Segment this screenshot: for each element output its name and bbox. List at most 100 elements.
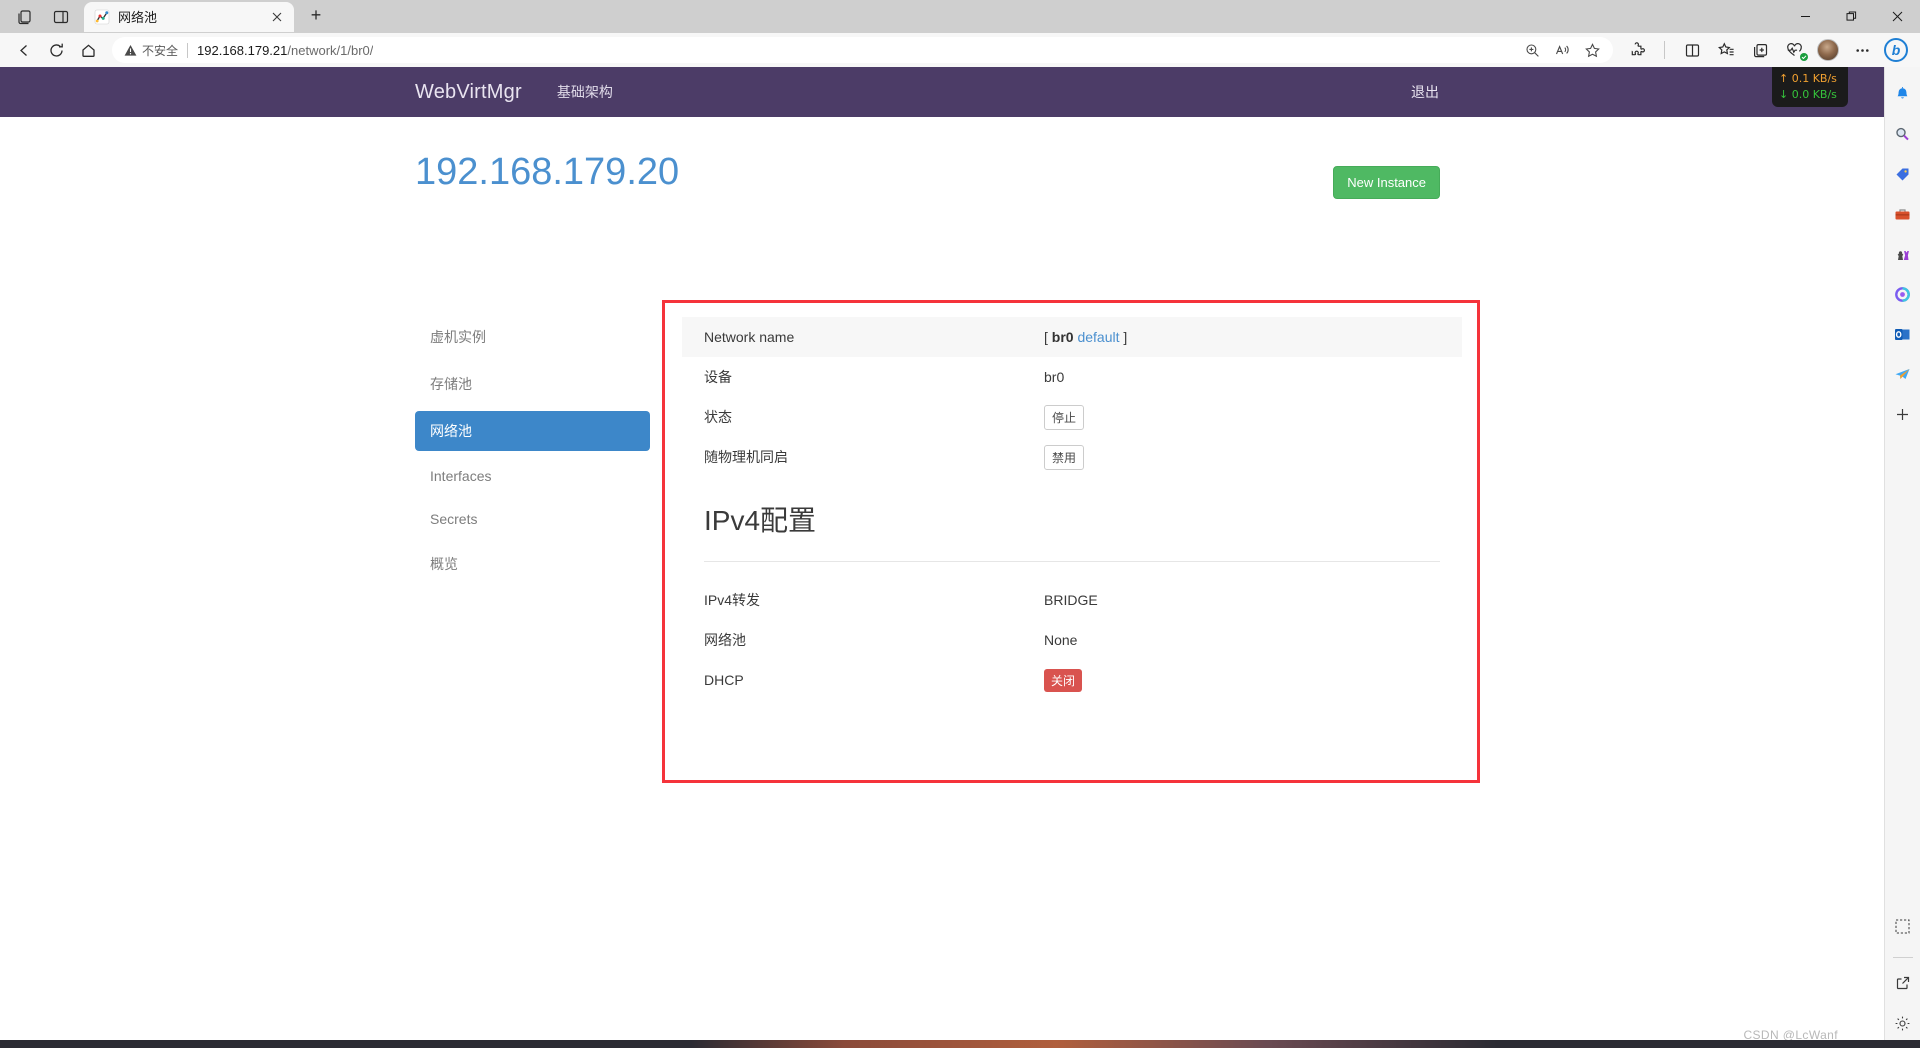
toolbar-actions: b bbox=[1621, 36, 1912, 64]
browser-essentials-icon[interactable] bbox=[1778, 36, 1810, 64]
sidebar-item-instances[interactable]: 虚机实例 bbox=[415, 317, 650, 357]
network-speed-widget[interactable]: ↑ 0.1 KB/s ↓ 0.0 KB/s bbox=[1772, 67, 1848, 107]
browser-window: 网络池 + 不安全 192.168.179.21/network/1/br0/ … bbox=[0, 0, 1920, 1048]
sidebar-item-networks[interactable]: 网络池 bbox=[415, 411, 650, 451]
shopping-tag-icon[interactable] bbox=[1888, 159, 1918, 189]
tab-close-icon[interactable] bbox=[268, 8, 286, 26]
add-sidebar-app-icon[interactable] bbox=[1888, 399, 1918, 429]
row-label-device: 设备 bbox=[704, 369, 732, 385]
window-controls bbox=[1782, 0, 1920, 32]
star-icon[interactable] bbox=[1579, 38, 1605, 62]
table-row: DHCP 关闭 bbox=[682, 660, 1462, 700]
home-icon[interactable] bbox=[72, 36, 104, 64]
row-label-ipv4-forward: IPv4转发 bbox=[704, 592, 761, 608]
upload-value: 0.1 KB/s bbox=[1791, 72, 1837, 86]
ipv4-section-title: IPv4配置 bbox=[704, 505, 817, 536]
zoom-in-icon[interactable] bbox=[1519, 38, 1545, 62]
settings-gear-icon[interactable] bbox=[1888, 1008, 1918, 1038]
table-row: 网络池 None bbox=[682, 620, 1462, 660]
table-row: Network name [ br0 default ] bbox=[682, 317, 1462, 357]
url-text: 192.168.179.21/network/1/br0/ bbox=[197, 43, 373, 58]
avatar[interactable] bbox=[1812, 36, 1844, 64]
toolbar-divider bbox=[1664, 41, 1665, 59]
row-label-network-name: Network name bbox=[704, 329, 795, 345]
upload-speed: ↑ 0.1 KB/s bbox=[1779, 71, 1848, 87]
split-screen-icon[interactable] bbox=[44, 2, 78, 32]
microsoft-designer-icon[interactable] bbox=[1888, 279, 1918, 309]
edge-sidebar bbox=[1884, 67, 1920, 1048]
browser-tab[interactable]: 网络池 bbox=[84, 1, 294, 32]
outlook-icon[interactable] bbox=[1888, 319, 1918, 349]
telegram-icon[interactable] bbox=[1888, 359, 1918, 389]
sidebar-item-storages[interactable]: 存储池 bbox=[415, 364, 650, 404]
section-divider bbox=[704, 561, 1440, 562]
logout-link[interactable]: 退出 bbox=[1411, 82, 1439, 102]
row-label-autostart: 随物理机同启 bbox=[704, 449, 788, 465]
row-value-ipv4-forward: BRIDGE bbox=[1044, 592, 1098, 608]
bracket-open: [ bbox=[1044, 329, 1052, 345]
insecure-warning[interactable]: 不安全 bbox=[124, 42, 178, 59]
table-row: 状态 停止 bbox=[682, 397, 1462, 437]
page-viewport: WebVirtMgr 基础架构 退出 192.168.179.20 New In… bbox=[0, 67, 1884, 1048]
nav-link-infrastructure[interactable]: 基础架构 bbox=[557, 82, 613, 102]
state-badge[interactable]: 停止 bbox=[1044, 404, 1085, 430]
sidebar-item-secrets[interactable]: Secrets bbox=[415, 501, 650, 537]
screenshot-snip-icon[interactable] bbox=[1888, 911, 1918, 941]
row-value-autostart: 禁用 bbox=[1044, 444, 1440, 470]
network-info-table: Network name [ br0 default ] 设备 br0 状态 停… bbox=[682, 317, 1462, 477]
app-navbar: WebVirtMgr 基础架构 退出 bbox=[0, 67, 1884, 117]
address-bar[interactable]: 不安全 192.168.179.21/network/1/br0/ bbox=[112, 37, 1613, 63]
bracket-close: ] bbox=[1119, 329, 1128, 345]
row-value-network-name: [ br0 default ] bbox=[1044, 329, 1440, 345]
row-label-network-pool: 网络池 bbox=[704, 632, 746, 648]
bell-notification-icon[interactable] bbox=[1888, 79, 1918, 109]
refresh-icon[interactable] bbox=[40, 36, 72, 64]
toolbox-icon[interactable] bbox=[1888, 199, 1918, 229]
download-value: 0.0 KB/s bbox=[1791, 88, 1837, 101]
new-tab-button[interactable]: + bbox=[302, 2, 330, 30]
page-header: 192.168.179.20 New Instance bbox=[415, 151, 1440, 199]
insecure-label: 不安全 bbox=[142, 43, 179, 58]
sidebar-divider bbox=[1892, 957, 1913, 958]
back-arrow-icon[interactable] bbox=[8, 36, 40, 64]
tab-title: 网络池 bbox=[118, 10, 158, 25]
page-title: 192.168.179.20 bbox=[415, 151, 680, 193]
bing-copilot-icon[interactable]: b bbox=[1880, 36, 1912, 64]
collections-add-icon[interactable] bbox=[1744, 36, 1776, 64]
row-value-state: 停止 bbox=[1044, 404, 1440, 430]
network-name-bold: br0 bbox=[1051, 329, 1074, 345]
extensions-puzzle-icon[interactable] bbox=[1621, 36, 1653, 64]
more-ellipsis-icon[interactable] bbox=[1846, 36, 1878, 64]
close-icon[interactable] bbox=[1874, 0, 1920, 32]
split-screen-icon[interactable] bbox=[1676, 36, 1708, 64]
row-value-device: br0 bbox=[1044, 369, 1065, 385]
new-instance-button[interactable]: New Instance bbox=[1333, 166, 1440, 199]
row-label-state: 状态 bbox=[704, 409, 732, 425]
read-aloud-icon[interactable] bbox=[1549, 38, 1575, 62]
url-host: 192.168.179.21 bbox=[197, 42, 288, 58]
open-external-icon[interactable] bbox=[1888, 968, 1918, 998]
app-brand[interactable]: WebVirtMgr bbox=[415, 81, 522, 104]
favorites-list-icon[interactable] bbox=[1710, 36, 1742, 64]
autostart-badge[interactable]: 禁用 bbox=[1044, 444, 1085, 470]
browser-toolbar: 不安全 192.168.179.21/network/1/br0/ b bbox=[0, 33, 1920, 67]
browser-titlebar: 网络池 + bbox=[0, 0, 1920, 33]
sidebar-nav: 虚机实例 存储池 网络池 Interfaces Secrets 概览 bbox=[415, 317, 650, 591]
download-arrow-icon: ↓ bbox=[1779, 88, 1789, 101]
row-label-dhcp: DHCP bbox=[704, 672, 744, 688]
row-value-dhcp: 关闭 bbox=[1044, 668, 1440, 692]
dhcp-badge[interactable]: 关闭 bbox=[1044, 668, 1083, 692]
network-default-link[interactable]: default bbox=[1077, 329, 1119, 345]
sidebar-item-interfaces[interactable]: Interfaces bbox=[415, 458, 650, 494]
restore-icon[interactable] bbox=[1828, 0, 1874, 32]
games-chess-icon[interactable] bbox=[1888, 239, 1918, 269]
search-icon[interactable] bbox=[1888, 119, 1918, 149]
table-row: 随物理机同启 禁用 bbox=[682, 437, 1462, 477]
sidebar-item-overview[interactable]: 概览 bbox=[415, 544, 650, 584]
ipv4-info-table: IPv4转发 BRIDGE 网络池 None DHCP 关闭 bbox=[682, 580, 1462, 700]
row-value-network-pool: None bbox=[1044, 632, 1078, 648]
collections-icon[interactable] bbox=[8, 2, 42, 32]
minimize-icon[interactable] bbox=[1782, 0, 1828, 32]
upload-arrow-icon: ↑ bbox=[1779, 72, 1789, 86]
url-path: /network/1/br0/ bbox=[287, 42, 374, 58]
